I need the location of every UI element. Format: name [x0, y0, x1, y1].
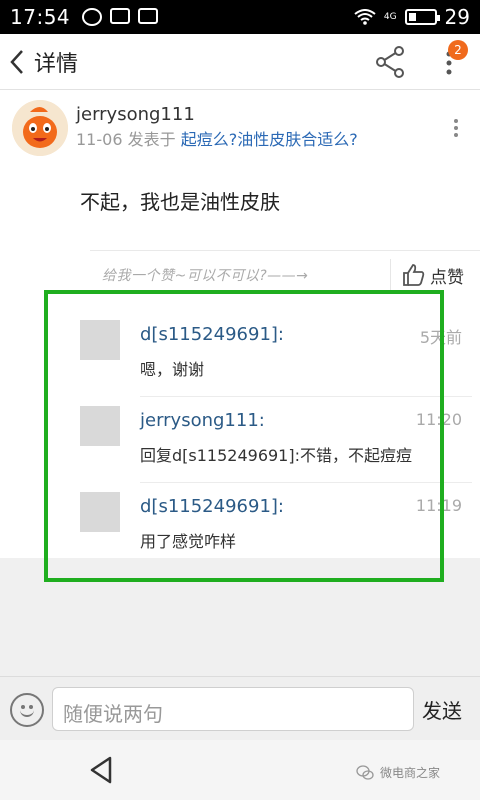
- like-label: 点赞: [430, 267, 464, 288]
- like-hint: 给我一个赞~可以不可以?——→: [102, 268, 309, 284]
- page-title: 详情: [34, 51, 79, 77]
- status-time: 17:54: [10, 5, 71, 29]
- thumbs-up-icon: [403, 264, 425, 286]
- like-button[interactable]: 点赞: [402, 261, 464, 289]
- avatar-mascot-icon: [12, 100, 68, 156]
- wechat-icon: [356, 764, 374, 780]
- wifi-icon: [354, 9, 376, 25]
- share-button[interactable]: [370, 44, 410, 80]
- comment-input-bar: 随便说两句 发送: [0, 676, 480, 740]
- divider: [390, 259, 391, 291]
- battery-icon: [404, 9, 440, 25]
- comment-input[interactable]: 随便说两句: [52, 687, 414, 731]
- back-button[interactable]: [2, 34, 32, 90]
- avatar[interactable]: [12, 100, 68, 156]
- post-username[interactable]: jerrysong111: [76, 104, 195, 125]
- notification-badge: 2: [448, 40, 468, 60]
- post-more-button[interactable]: [452, 116, 460, 140]
- emoji-button[interactable]: [10, 693, 44, 727]
- share-icon: [376, 46, 404, 78]
- mail-icon: [110, 8, 131, 24]
- triangle-back-icon: [90, 756, 112, 784]
- status-bar: 17:54 4G 29: [0, 0, 480, 34]
- network-type: 4G: [383, 11, 397, 22]
- notification-icons: [82, 8, 159, 26]
- post-meta: 11-06 发表于 起痘么?油性皮肤合适么?: [76, 126, 358, 150]
- system-nav-bar: 微电商之家: [0, 740, 480, 800]
- chevron-left-icon: [10, 49, 23, 74]
- chat-icon: [82, 8, 103, 26]
- battery-level: [408, 13, 416, 21]
- send-button[interactable]: 发送: [422, 695, 462, 724]
- post-content: 不起，我也是油性皮肤: [80, 190, 280, 214]
- app-bar: 详情 2: [0, 34, 480, 90]
- posted-in-label: 发表于: [127, 130, 176, 149]
- topic-link[interactable]: 起痘么?油性皮肤合适么?: [181, 130, 358, 149]
- system-back-button[interactable]: [88, 756, 114, 788]
- battery-percent: 29: [444, 5, 470, 29]
- watermark-text: 微电商之家: [380, 766, 441, 780]
- watermark: 微电商之家: [356, 764, 440, 781]
- post-date: 11-06: [76, 130, 123, 149]
- image-icon: [138, 8, 159, 24]
- highlight-box: [44, 290, 444, 582]
